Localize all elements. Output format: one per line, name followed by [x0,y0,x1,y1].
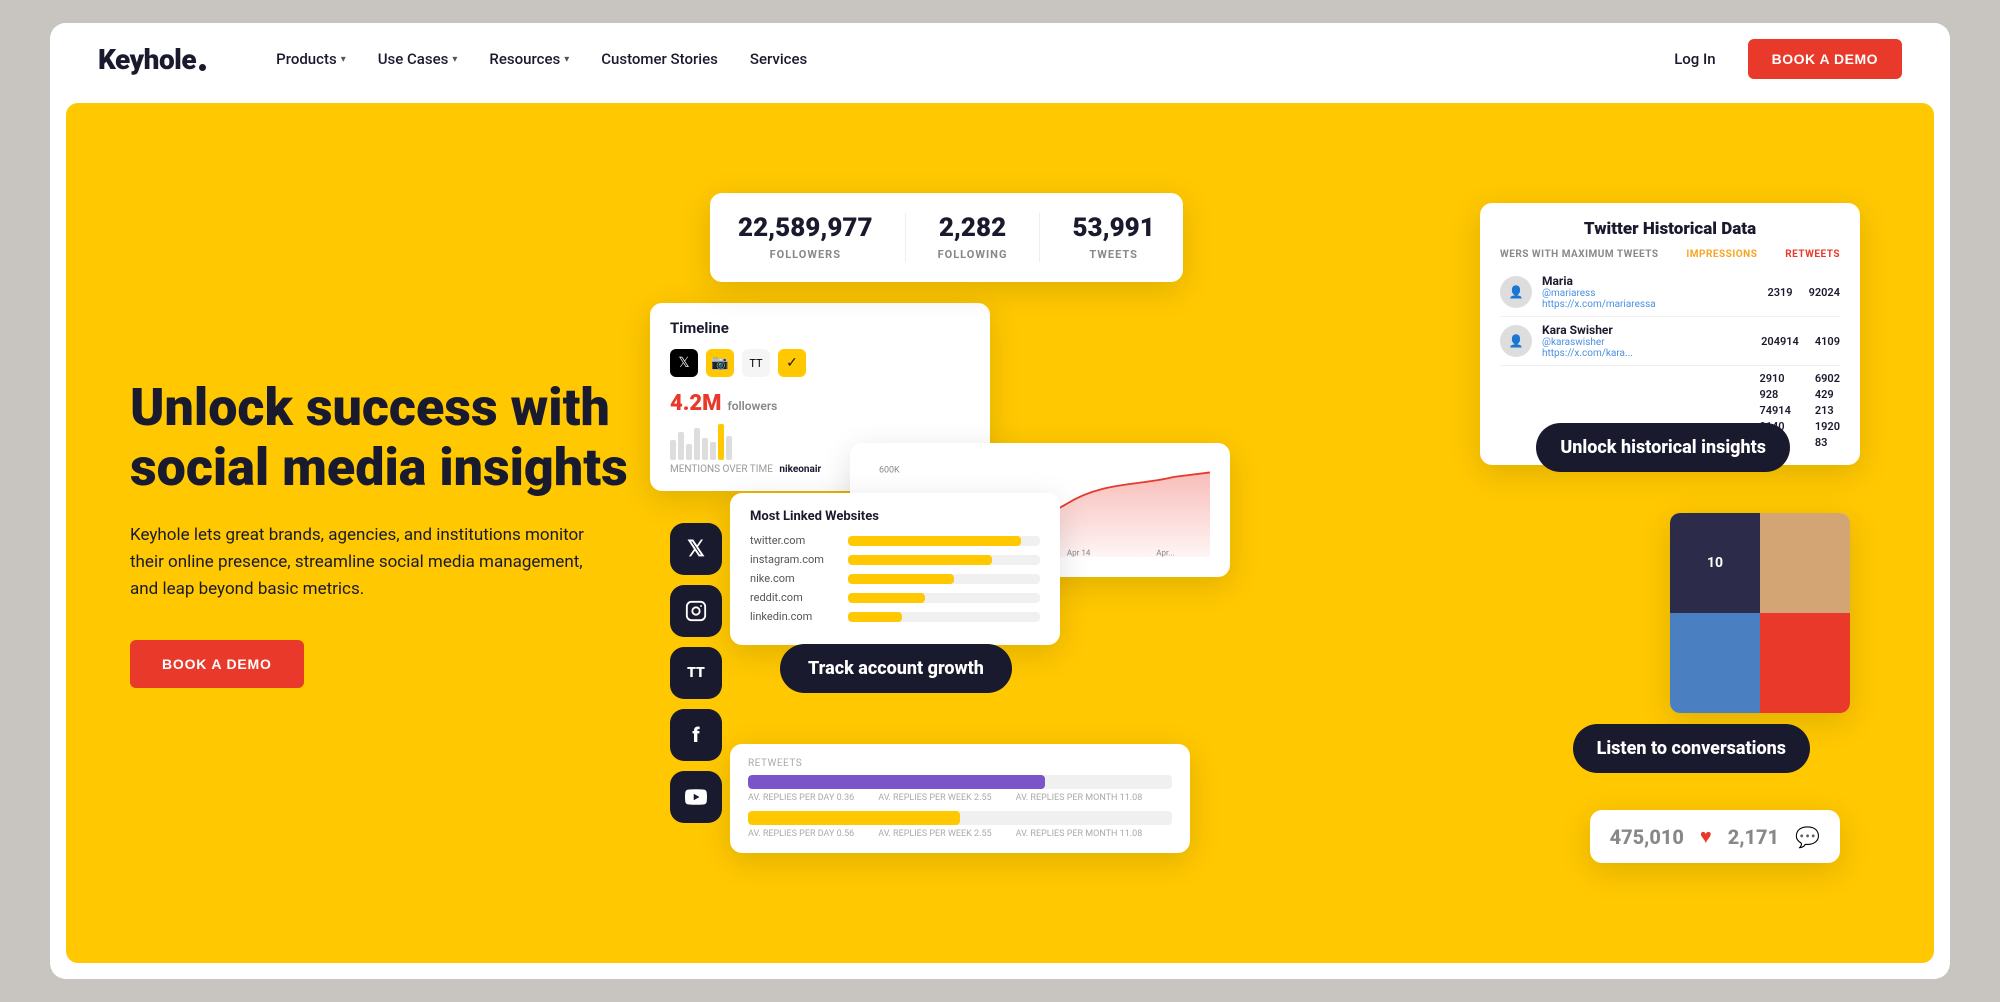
avatar: 👤 [1500,276,1532,308]
unlock-badge: Unlock historical insights [1536,423,1790,472]
login-button[interactable]: Log In [1658,42,1731,76]
heart-icon: ♥ [1700,824,1712,849]
hero-section: Unlock success with social media insight… [66,103,1934,963]
comment-icon: 💬 [1795,825,1820,849]
linked-row: linkedin.com [750,610,1040,623]
stats-card: 22,589,977 FOLLOWERS 2,282 FOLLOWING 53,… [710,193,1183,282]
logo[interactable]: Keyhole [98,43,206,76]
nav-use-cases[interactable]: Use Cases ▾ [364,42,472,76]
tiktok-button[interactable]: TT [670,647,722,699]
likes-count: 475,010 [1610,825,1684,849]
chevron-down-icon: ▾ [452,54,457,65]
stat-divider [905,213,906,262]
followers-badge: 4.2M followers [670,391,970,416]
chart-bar [702,438,708,460]
timeline-icons: 𝕏 📷 TT ✓ [670,349,970,377]
listen-badge: Listen to conversations [1573,724,1810,773]
twitter-x-icon: 𝕏 [670,349,698,377]
linked-row: instagram.com [750,553,1040,566]
nav-customer-stories[interactable]: Customer Stories [587,42,732,76]
chart-bar [718,424,724,460]
svg-text:600K: 600K [879,465,900,475]
hero-cta-button[interactable]: BOOK A DEMO [130,640,304,688]
instagram-icon: 📷 [706,349,734,377]
logo-text: Keyhole [98,43,196,76]
linked-row: reddit.com [750,591,1040,604]
nav-products[interactable]: Products ▾ [262,42,360,76]
nav-actions: Log In BOOK A DEMO [1658,39,1902,79]
navbar: Keyhole Products ▾ Use Cases ▾ Resources… [50,23,1950,95]
following-stat: 2,282 FOLLOWING [938,213,1008,262]
chevron-down-icon: ▾ [341,54,346,65]
photo-item [1760,613,1850,713]
hero-subtitle: Keyhole lets great brands, agencies, and… [130,522,590,604]
chart-bar [686,444,692,460]
tiktok-icon: TT [742,349,770,377]
check-icon: ✓ [778,349,806,377]
photo-collage: 10 [1670,513,1850,713]
stats-bar-card: RETWEETS AV. REPLIES PER DAY 0.36 AV. RE… [730,744,1190,853]
twitter-x-button[interactable]: 𝕏 [670,523,722,575]
track-badge: Track account growth [780,644,1012,693]
photo-item [1760,513,1850,613]
hist-subheader: WERS WITH MAXIMUM TWEETS Impressions Ret… [1500,249,1840,260]
engagement-card: 475,010 ♥ 2,171 💬 [1590,810,1840,863]
chevron-down-icon: ▾ [564,54,569,65]
instagram-button[interactable] [670,585,722,637]
svg-text:Apr 14: Apr 14 [1067,549,1091,558]
hero-title: Unlock success with social media insight… [130,378,650,498]
tweets-stat: 53,991 TWEETS [1072,213,1154,262]
nav-links: Products ▾ Use Cases ▾ Resources ▾ Custo… [262,42,1626,76]
chart-bar [678,432,684,460]
social-icons-column: 𝕏 TT f [670,523,722,823]
followers-stat: 22,589,977 FOLLOWERS [738,213,873,262]
avatar: 👤 [1500,325,1532,357]
logo-dot [199,64,206,71]
hero-left: Unlock success with social media insight… [130,378,650,687]
photo-item [1670,613,1760,713]
hero-visuals: 22,589,977 FOLLOWERS 2,282 FOLLOWING 53,… [650,173,1870,893]
facebook-button[interactable]: f [670,709,722,761]
hist-row: 👤 Kara Swisher @karaswisher https://x.co… [1500,317,1840,366]
youtube-button[interactable] [670,771,722,823]
chart-bar [710,442,716,460]
linked-row: nike.com [750,572,1040,585]
chart-bar [670,440,676,460]
nav-resources[interactable]: Resources ▾ [475,42,583,76]
chart-bar [726,436,732,460]
photo-item: 10 [1670,513,1760,613]
book-demo-button[interactable]: BOOK A DEMO [1748,39,1902,79]
nav-services[interactable]: Services [736,42,821,76]
hist-row: 👤 Maria @mariaress https://x.com/mariare… [1500,268,1840,317]
stat-divider [1039,213,1040,262]
chart-bar [694,428,700,460]
linked-websites-card: Most Linked Websites twitter.com instagr… [730,493,1060,645]
svg-text:Apr...: Apr... [1156,549,1174,558]
comments-count: 2,171 [1728,825,1779,849]
linked-row: twitter.com [750,534,1040,547]
